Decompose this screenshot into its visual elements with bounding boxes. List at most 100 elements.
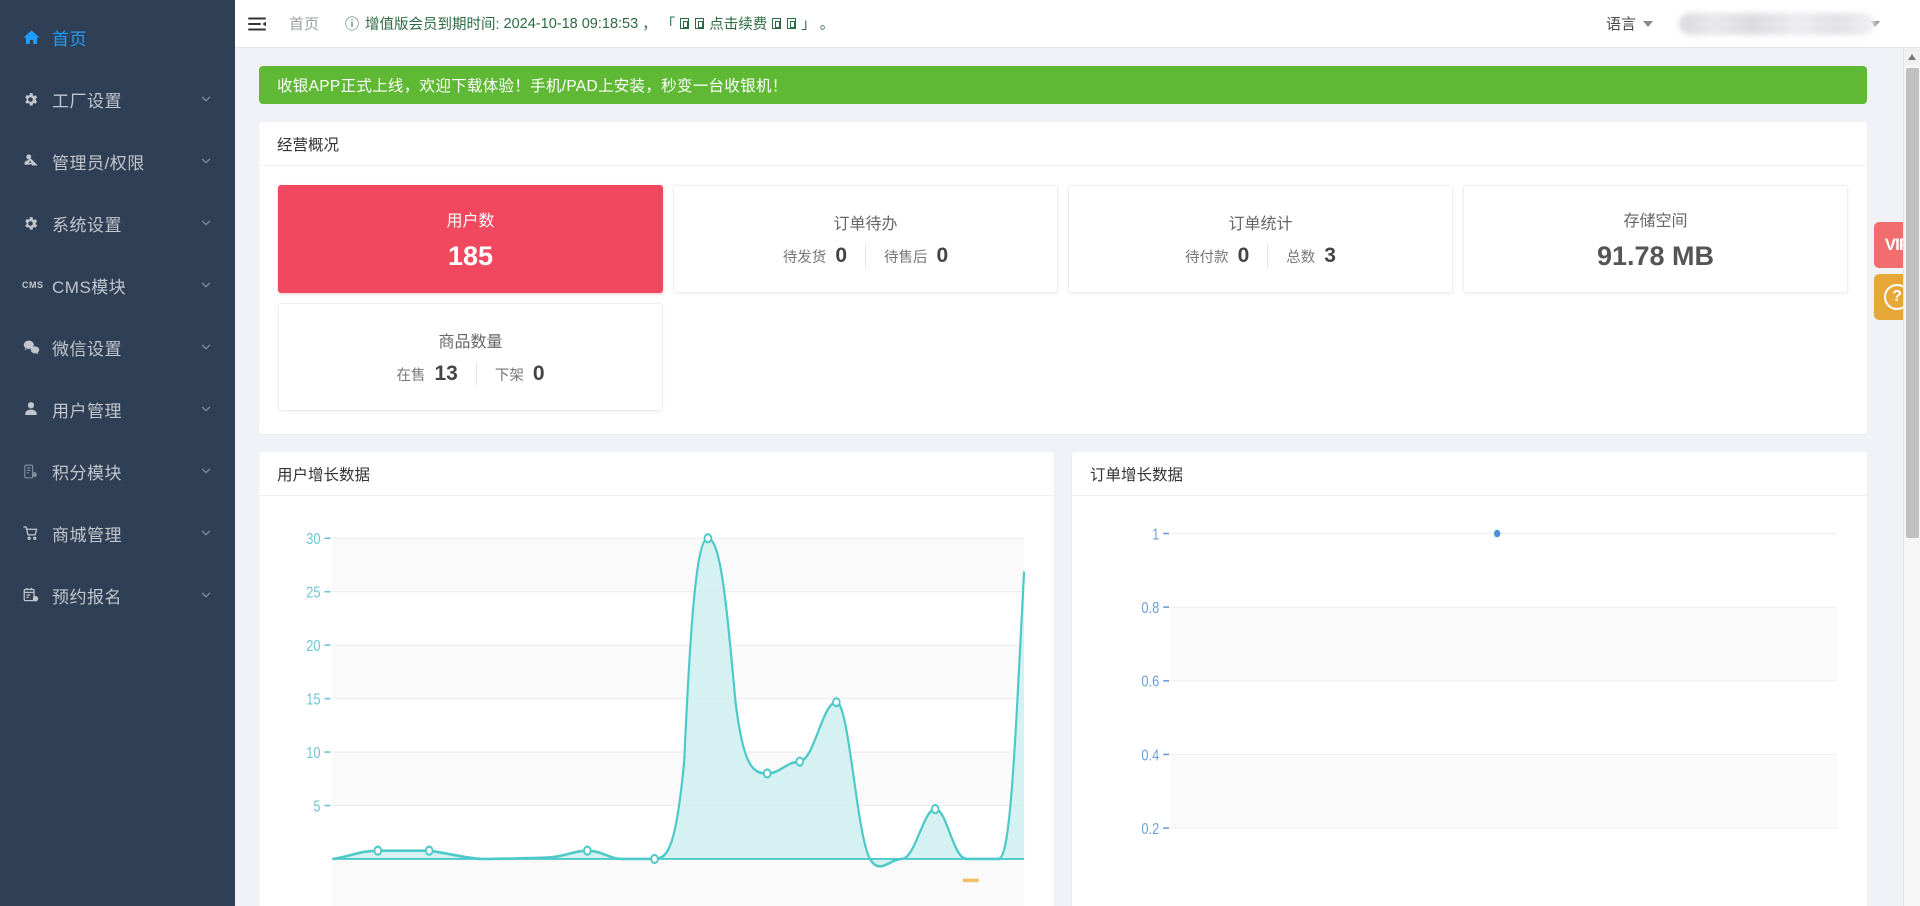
main-area: 首页 ⓘ 增值版会员到期时间: 2024-10-18 09:18:53 ， 「 … (235, 0, 1920, 906)
notice-date: 2024-10-18 09:18:53 (503, 15, 639, 32)
stat-pair-label: 待付款 (1185, 250, 1229, 266)
stat-card-title: 用户数 (446, 212, 495, 230)
scrollbar-thumb[interactable] (1906, 68, 1919, 538)
svg-text:25: 25 (306, 585, 320, 602)
user-name-redacted (1679, 12, 1875, 35)
chevron-down-icon (199, 278, 213, 292)
wechat-icon (22, 338, 52, 357)
stat-pair-value: 0 (835, 244, 847, 267)
stat-pair: 待付款 0 (1167, 244, 1267, 268)
notice-prefix: 增值版会员到期时间: (365, 17, 500, 33)
sidebar-item-system-settings[interactable]: 系统设置 (0, 192, 235, 254)
chevron-down-icon (199, 588, 213, 602)
sidebar-item-label: 系统设置 (52, 215, 122, 235)
stat-card-title: 订单待办 (833, 216, 898, 233)
gear-icon (22, 91, 52, 108)
stat-card-user-count[interactable]: 用户数 185 (278, 185, 663, 293)
language-selector[interactable]: 语言 (1606, 13, 1653, 34)
points-icon (22, 463, 52, 480)
user-growth-chart-area[interactable]: 30 25 20 15 10 5 (259, 496, 1054, 906)
breadcrumb[interactable]: 首页 (289, 13, 319, 34)
svg-text:0.6: 0.6 (1141, 674, 1159, 691)
sidebar-item-mall-management[interactable]: 商城管理 (0, 502, 235, 564)
stat-card-value: 185 (447, 240, 494, 271)
stat-pair: 下架 0 (477, 362, 563, 386)
stat-cell: 存储空间 91.78 MB (1458, 180, 1853, 298)
charts-row: 用户增长数据 30 25 20 15 10 5 订单增长数据 1 0.8 0.6… (259, 452, 1867, 906)
stat-card-title: 商品数量 (438, 334, 503, 351)
sidebar-item-label: 用户管理 (52, 401, 122, 421)
stat-pair-value: 0 (936, 244, 949, 267)
stat-pair: 在售 13 (378, 362, 475, 386)
sidebar-item-label: 微信设置 (52, 339, 122, 359)
stat-pair: 总数 3 (1268, 244, 1354, 268)
chevron-down-icon (199, 402, 213, 416)
sidebar-item-cms-module[interactable]: CMS CMS模块 (0, 254, 235, 316)
user-growth-chart-title: 用户增长数据 (259, 452, 1054, 496)
overview-panel: 经营概况 用户数 185 订单待办 待发货 0 待售后 0 订单统计 待付款 0… (259, 122, 1867, 434)
cms-icon: CMS (22, 280, 44, 290)
notice-comma: ， (642, 17, 657, 33)
tofu-glyph-icon (680, 18, 690, 29)
user-menu[interactable]: ) (1679, 12, 1880, 35)
gear-icon (22, 215, 52, 232)
sidebar-item-home[interactable]: 首页 (0, 6, 235, 68)
sidebar-item-label: CMS模块 (52, 277, 127, 297)
sidebar-item-label: 管理员/权限 (52, 153, 145, 173)
membership-notice: ⓘ 增值版会员到期时间: 2024-10-18 09:18:53 ， 「 点击续… (345, 13, 834, 34)
stat-pair: 待售后 0 (866, 244, 966, 268)
svg-text:0.8: 0.8 (1141, 600, 1159, 617)
chevron-down-icon (199, 464, 213, 478)
sidebar-item-label: 积分模块 (52, 463, 122, 483)
sidebar-item-label: 商城管理 (52, 525, 122, 545)
stat-pair: 待发货 0 (765, 244, 865, 268)
svg-text:0.2: 0.2 (1141, 821, 1159, 838)
stat-pair-label: 总数 (1286, 250, 1316, 266)
stat-pair-label: 待售后 (884, 250, 928, 266)
sidebar-item-factory-settings[interactable]: 工厂设置 (0, 68, 235, 130)
sidebar: 首页 工厂设置 管理员/权限 系统设置 CMS CMS模块 微信设置 用户管理 … (0, 0, 235, 906)
notice-bracket-close: 」 (801, 17, 816, 33)
sidebar-item-points-module[interactable]: 积分模块 (0, 440, 235, 502)
stat-grid: 用户数 185 订单待办 待发货 0 待售后 0 订单统计 待付款 0 总数 3… (273, 180, 1853, 416)
notice-bracket-open: 「 (660, 17, 676, 33)
vertical-scrollbar[interactable] (1903, 48, 1920, 906)
stat-card-title: 存储空间 (1623, 212, 1688, 230)
stat-card-pairs: 在售 13 下架 0 (378, 362, 562, 386)
stat-cell: 订单待办 待发货 0 待售后 0 (668, 180, 1063, 298)
order-growth-chart-area[interactable]: 1 0.8 0.6 0.4 0.2 (1072, 496, 1867, 906)
svg-text:15: 15 (306, 692, 320, 709)
sidebar-item-wechat-settings[interactable]: 微信设置 (0, 316, 235, 378)
home-icon (22, 28, 52, 47)
stat-card-order-stats[interactable]: 订单统计 待付款 0 总数 3 (1068, 185, 1453, 293)
sidebar-item-label: 首页 (52, 29, 87, 49)
promo-banner[interactable]: 收银APP正式上线，欢迎下载体验！手机/PAD上安装，秒变一台收银机！ (259, 66, 1867, 104)
stat-pair-value: 0 (532, 362, 545, 385)
scroll-up-arrow-icon[interactable] (1904, 48, 1920, 65)
chevron-down-icon (199, 526, 213, 540)
svg-text:10: 10 (306, 745, 320, 762)
stat-pair-value: 13 (434, 362, 458, 385)
overview-body: 用户数 185 订单待办 待发货 0 待售后 0 订单统计 待付款 0 总数 3… (259, 166, 1867, 434)
order-growth-chart-panel: 订单增长数据 1 0.8 0.6 0.4 0.2 (1072, 452, 1867, 906)
stat-card-order-todo[interactable]: 订单待办 待发货 0 待售后 0 (673, 185, 1058, 293)
svg-text:20: 20 (306, 638, 320, 655)
promo-banner-text: 收银APP正式上线，欢迎下载体验！手机/PAD上安装，秒变一台收银机！ (277, 78, 788, 95)
stat-card-title: 订单统计 (1228, 216, 1293, 233)
sidebar-item-admin-permissions[interactable]: 管理员/权限 (0, 130, 235, 192)
renew-link[interactable]: 点击续费 (709, 13, 767, 34)
stat-pair-label: 下架 (494, 368, 524, 384)
tofu-glyph-icon (772, 18, 782, 29)
topbar-right: 语言 ) (1606, 12, 1920, 35)
chevron-down-icon (199, 92, 213, 106)
sidebar-item-user-management[interactable]: 用户管理 (0, 378, 235, 440)
stat-card-storage[interactable]: 存储空间 91.78 MB (1463, 185, 1848, 293)
collapse-menu-icon[interactable] (235, 0, 279, 48)
stat-card-product-count[interactable]: 商品数量 在售 13 下架 0 (278, 303, 663, 411)
sidebar-item-appointment-registration[interactable]: 预约报名 (0, 564, 235, 626)
svg-text:5: 5 (313, 798, 320, 815)
content-scroll: 收银APP正式上线，欢迎下载体验！手机/PAD上安装，秒变一台收银机！ 经营概况… (235, 48, 1920, 906)
order-growth-point (1494, 529, 1501, 538)
stat-pair-label: 待发货 (782, 250, 827, 266)
warning-circle-icon: ⓘ (345, 15, 360, 32)
